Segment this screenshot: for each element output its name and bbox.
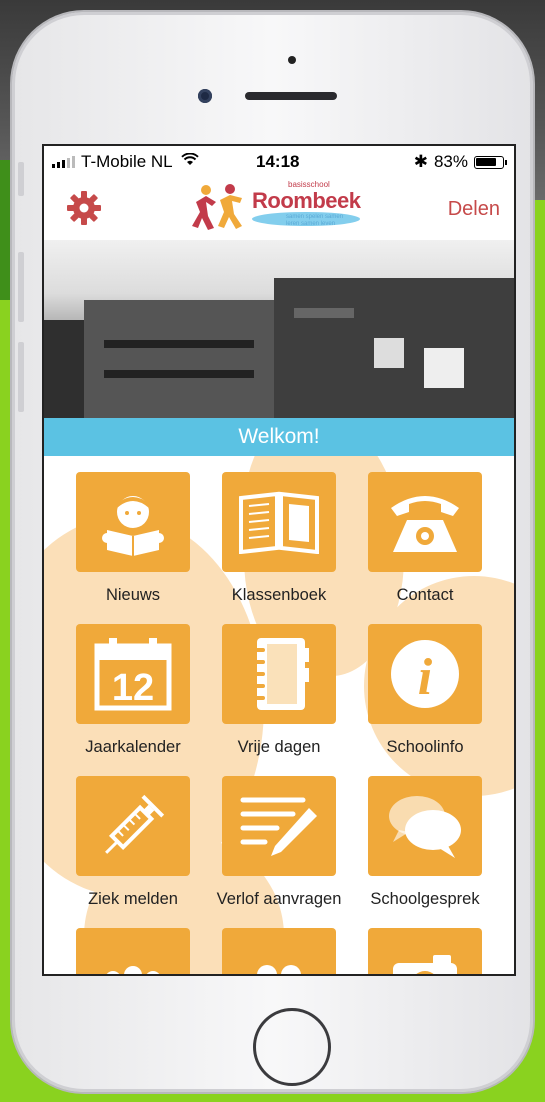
tile-label: Klassenboek: [231, 586, 327, 604]
tile-schoolinfo-box: i: [368, 624, 482, 724]
tile-camera-box: [368, 928, 482, 974]
tile-schoolinfo[interactable]: i Schoolinfo: [352, 624, 498, 757]
tile-nieuws[interactable]: Nieuws: [60, 472, 206, 605]
syringe-icon: [105, 794, 165, 854]
reader-icon: [102, 496, 164, 556]
welcome-banner: Welkom!: [44, 418, 514, 456]
tile-label: Contact: [396, 586, 454, 604]
tile-ziek-melden-box: [76, 776, 190, 876]
speech-bubbles-icon: [389, 796, 461, 858]
camera-icon: [393, 955, 457, 974]
photo-building-center: [84, 300, 274, 418]
tile-schoolgesprek[interactable]: Schoolgesprek: [352, 776, 498, 909]
tile-label: Vrije dagen: [237, 738, 321, 756]
notebook-icon: [253, 638, 309, 710]
tile-label: Nieuws: [105, 586, 161, 604]
menu-grid: Nieuws Klassenboek Contact 12 Jaarkalend…: [44, 456, 514, 974]
tile-klassenboek[interactable]: Klassenboek: [206, 472, 352, 605]
tile-label: Verlof aanvragen: [216, 890, 342, 908]
photo-building-right: [274, 278, 514, 418]
people-icon: [257, 965, 301, 974]
tile-camera[interactable]: [352, 928, 498, 974]
battery-percent: 83%: [433, 152, 468, 171]
tile-nieuws-box: [76, 472, 190, 572]
info-glyph: i: [418, 649, 433, 706]
earpiece-speaker: [245, 92, 337, 100]
gear-icon[interactable]: [66, 190, 102, 226]
status-bar: T-Mobile NL 14:18 ✱ 83%: [44, 146, 514, 178]
app-header: basisschool Roombeek samen spelen samen …: [44, 178, 514, 241]
tile-group-box: [76, 928, 190, 974]
tile-ziek-melden[interactable]: Ziek melden: [60, 776, 206, 909]
tile-people-box: [222, 928, 336, 974]
info-icon: i: [391, 640, 459, 708]
school-photo: [44, 240, 514, 418]
tile-jaarkalender[interactable]: 12 Jaarkalender: [60, 624, 206, 757]
wifi-icon: [180, 152, 199, 171]
form-pencil-icon: [240, 797, 317, 856]
tile-contact-box: [368, 472, 482, 572]
children-figures-icon: [192, 184, 242, 230]
carrier-info: T-Mobile NL: [52, 152, 199, 172]
book-icon: [239, 491, 319, 554]
tile-group[interactable]: [60, 928, 206, 974]
calendar-icon: 12: [94, 638, 172, 711]
carrier-name: T-Mobile NL: [81, 152, 173, 171]
status-time: 14:18: [256, 152, 300, 171]
signal-icon: [52, 156, 75, 168]
logo-tagline: samen spelen samen leren samen leven: [286, 214, 344, 227]
tile-label: Schoolgesprek: [370, 890, 480, 908]
tile-schoolgesprek-box: [368, 776, 482, 876]
volume-down-button: [18, 342, 24, 412]
tile-vrije-dagen[interactable]: Vrije dagen: [206, 624, 352, 757]
tile-label: Schoolinfo: [386, 738, 464, 756]
battery-icon: [474, 155, 507, 169]
home-button[interactable]: [253, 1008, 331, 1086]
tile-label: Jaarkalender: [85, 738, 181, 756]
tile-people[interactable]: [206, 928, 352, 974]
phone-icon: [391, 496, 459, 552]
group-icon: [106, 966, 160, 974]
app-screen: T-Mobile NL 14:18 ✱ 83% basisschool Room…: [42, 144, 516, 976]
tile-verlof-aanvragen-box: [222, 776, 336, 876]
volume-up-button: [18, 252, 24, 322]
front-camera: [198, 89, 212, 103]
tile-label: Ziek melden: [88, 890, 178, 908]
bluetooth-icon: ✱: [413, 152, 428, 171]
proximity-sensor: [288, 56, 296, 64]
tile-jaarkalender-box: 12: [76, 624, 190, 724]
status-right: ✱ 83%: [413, 152, 507, 172]
tile-verlof-aanvragen[interactable]: Verlof aanvragen: [206, 776, 352, 909]
tile-vrije-dagen-box: [222, 624, 336, 724]
calendar-day-text: 12: [112, 667, 154, 709]
logo-name: Roombeek: [252, 188, 361, 213]
school-logo: basisschool Roombeek samen spelen samen …: [192, 178, 362, 236]
share-button[interactable]: Delen: [448, 198, 500, 221]
tile-contact[interactable]: Contact: [352, 472, 498, 605]
tile-klassenboek-box: [222, 472, 336, 572]
mute-switch: [18, 162, 24, 196]
